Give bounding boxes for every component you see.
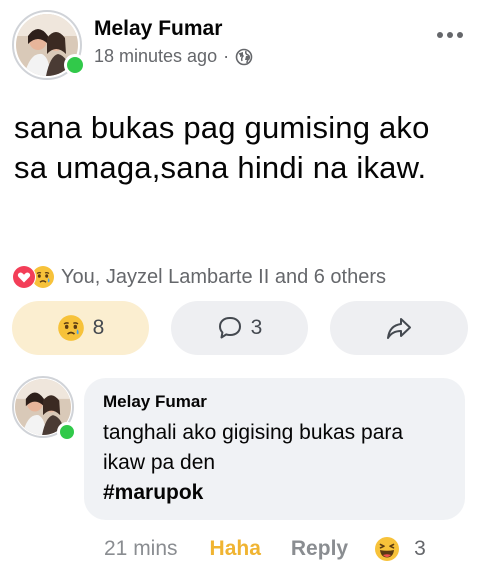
comment-timestamp[interactable]: 21 mins [104, 537, 178, 561]
reaction-count: 8 [92, 316, 105, 339]
post-timestamp[interactable]: 18 minutes ago [94, 46, 217, 67]
dot [437, 32, 443, 38]
post-author-name[interactable]: Melay Fumar [94, 17, 222, 41]
comment-text-line: tanghali ako gigising bukas para [103, 421, 404, 444]
comment-icon [218, 317, 241, 339]
post-text: sana bukas pag gumising ako sa umaga,san… [14, 110, 430, 185]
dot [447, 32, 453, 38]
share-icon [387, 318, 411, 339]
haha-reaction-icon[interactable] [374, 536, 400, 562]
more-options-icon[interactable] [434, 28, 466, 42]
comment-bubble[interactable]: Melay Fumar tanghali ako gigising bukas … [84, 378, 465, 520]
reactions-summary-text[interactable]: You, Jayzel Lambarte II and 6 others [61, 266, 386, 289]
comment-hashtag[interactable]: #marupok [103, 478, 446, 508]
heart-reaction-icon [12, 265, 36, 289]
post-meta: 18 minutes ago · [94, 46, 253, 67]
reply-button[interactable]: Reply [291, 537, 348, 561]
online-status-dot [57, 422, 77, 442]
comment-author-name[interactable]: Melay Fumar [103, 392, 446, 412]
online-status-dot [64, 54, 86, 76]
comment-text-line: ikaw pa den [103, 451, 216, 474]
sad-reaction-icon [57, 315, 84, 341]
comment-button[interactable]: 3 [171, 301, 308, 355]
meta-separator: · [223, 46, 230, 66]
comment-count: 3 [250, 316, 263, 339]
comment-reaction-count: 3 [414, 537, 426, 560]
react-button[interactable]: 8 [12, 301, 149, 355]
dot [457, 32, 463, 38]
comment-meta: 21 mins Haha Reply 3 [104, 536, 426, 562]
haha-button[interactable]: Haha [210, 537, 261, 561]
share-button[interactable] [330, 301, 468, 355]
reactions-summary[interactable]: You, Jayzel Lambarte II and 6 others [12, 265, 386, 289]
globe-icon[interactable] [235, 48, 253, 66]
